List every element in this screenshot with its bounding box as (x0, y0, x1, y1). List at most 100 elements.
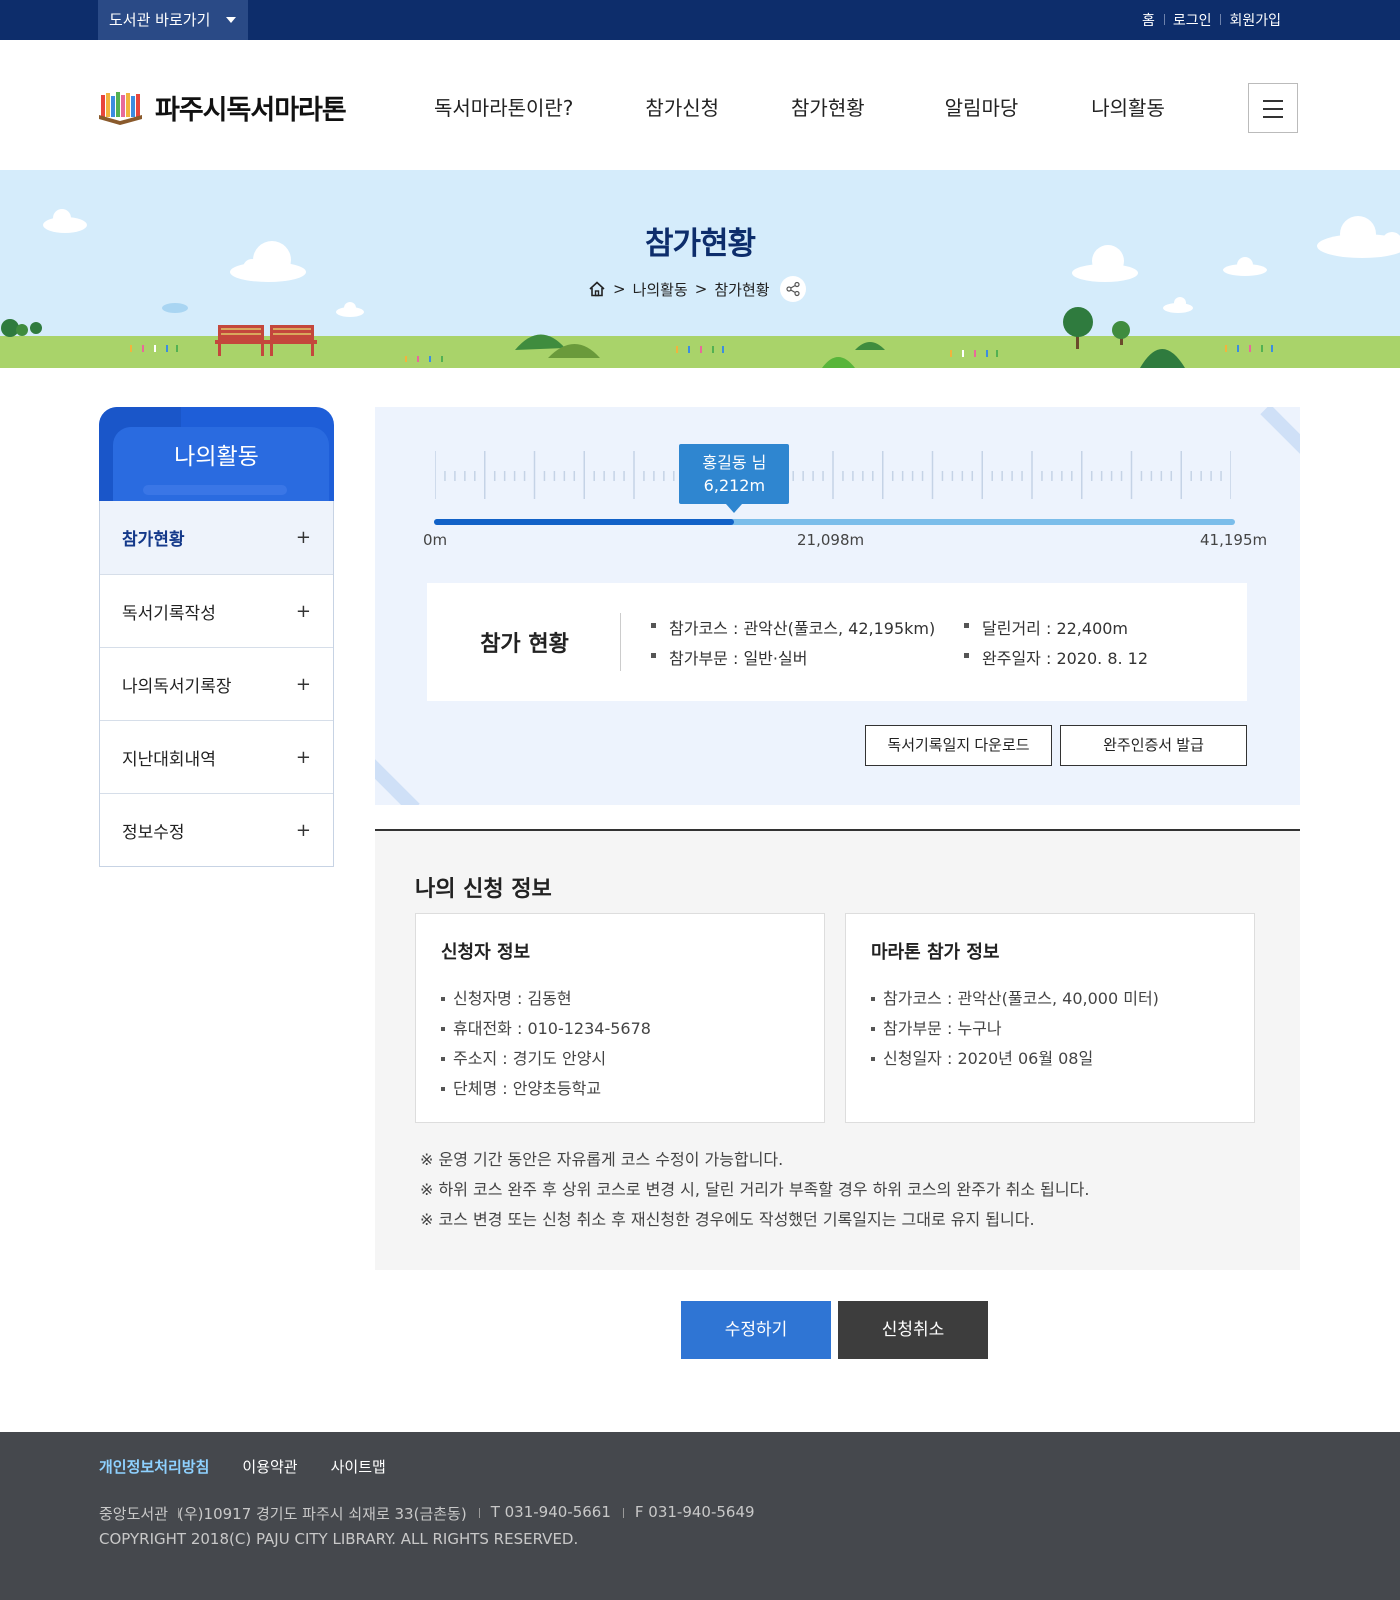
status-distance: 달린거리 : 22,400m (964, 615, 1128, 639)
sitemap-link[interactable]: 사이트맵 (331, 1456, 386, 1477)
breadcrumb-separator: > (613, 280, 626, 298)
side-menu-item-label: 참가현황 (122, 530, 185, 550)
marathon-division: 참가부문 : 누구나 (871, 1014, 1229, 1044)
side-menu-item-label: 독서기록작성 (122, 603, 216, 624)
top-utility-bar: 도서관 바로가기 홈 로그인 회원가입 (0, 0, 1400, 40)
status-card-title: 참가 현황 (480, 632, 569, 657)
edit-button[interactable]: 수정하기 (681, 1301, 831, 1359)
side-menu-item-record-book[interactable]: 나의독서기록장 + (100, 647, 333, 720)
main-nav: 독서마라톤이란? 참가신청 참가현황 알림마당 나의활동 (434, 92, 1165, 121)
applicant-name: 신청자명 : 김동현 (441, 984, 799, 1014)
logo-text: 파주시독서마라톤 (155, 95, 347, 126)
home-icon[interactable] (588, 280, 606, 298)
footer-copyright: COPYRIGHT 2018(C) PAJU CITY LIBRARY. ALL… (99, 1530, 579, 1548)
plus-icon: + (295, 600, 311, 622)
marathon-apply-date: 신청일자 : 2020년 06월 08일 (871, 1044, 1229, 1074)
nav-notice[interactable]: 알림마당 (945, 92, 1019, 121)
divider (620, 613, 621, 671)
status-division: 참가부문 : 일반·실버 (651, 645, 807, 669)
breadcrumb-separator: > (694, 280, 708, 298)
home-link[interactable]: 홈 (1133, 10, 1164, 30)
applicant-info-box: 신청자 정보 신청자명 : 김동현 휴대전화 : 010-1234-5678 주… (415, 913, 825, 1123)
nav-apply[interactable]: 참가신청 (645, 92, 719, 121)
signup-link[interactable]: 회원가입 (1220, 10, 1290, 30)
caret-down-icon (226, 17, 236, 23)
plus-icon: + (295, 527, 311, 548)
runner-distance: 6,212m (703, 476, 766, 495)
marathon-info-title: 마라톤 참가 정보 (871, 942, 1000, 963)
side-menu-title: 나의활동 (174, 444, 259, 470)
side-menu: 나의활동 참가현황 + 독서기록작성 + 나의독서기록장 + 지난대회내역 + … (99, 407, 334, 867)
notice-item: ※ 하위 코스 완주 후 상위 코스로 변경 시, 달린 거리가 부족할 경우 … (420, 1180, 1090, 1199)
distance-ruler (435, 451, 1231, 499)
decorative-stripe (375, 754, 420, 805)
applicant-address: 주소지 : 경기도 안양시 (441, 1044, 799, 1074)
applicant-group: 단체명 : 안양초등학교 (441, 1074, 799, 1104)
breadcrumb-item-current: 참가현황 (714, 280, 770, 299)
runner-position-tooltip: 홍길동 님 6,212m (679, 444, 790, 513)
issue-certificate-button[interactable]: 완주인증서 발급 (1060, 725, 1247, 766)
privacy-policy-link[interactable]: 개인정보처리방침 (99, 1456, 209, 1477)
side-menu-item-label: 지난대회내역 (122, 749, 216, 770)
footer-fax: F 031-940-5649 (622, 1503, 755, 1524)
library-shortcut-label: 도서관 바로가기 (109, 11, 211, 29)
site-header: 파주시독서마라톤 독서마라톤이란? 참가신청 참가현황 알림마당 나의활동 (0, 40, 1400, 170)
application-info-panel: 나의 신청 정보 신청자 정보 신청자명 : 김동현 휴대전화 : 010-12… (375, 829, 1300, 1270)
application-info-title: 나의 신청 정보 (415, 877, 552, 902)
landscape-illustration (0, 209, 1400, 368)
side-menu-list: 참가현황 + 독서기록작성 + 나의독서기록장 + 지난대회내역 + 정보수정 … (99, 501, 334, 867)
footer-library-name: 중앙도서관 (99, 1505, 169, 1523)
site-logo[interactable]: 파주시독서마라톤 (98, 88, 347, 127)
status-summary-card: 참가 현황 참가코스 : 관악산(풀코스, 42,195km) 참가부문 : 일… (427, 583, 1247, 701)
share-icon (785, 281, 800, 297)
notice-list: ※ 운영 기간 동안은 자유롭게 코스 수정이 가능합니다. ※ 하위 코스 완… (420, 1145, 1089, 1235)
marathon-info-box: 마라톤 참가 정보 참가코스 : 관악산(풀코스, 40,000 미터) 참가부… (845, 913, 1255, 1123)
applicant-info-title: 신청자 정보 (441, 942, 531, 963)
side-menu-item-past-contests[interactable]: 지난대회내역 + (100, 720, 333, 793)
tick-label-end: 41,195m (1200, 531, 1268, 549)
sub-banner: 참가현황 > 나의활동 > 참가현황 (0, 170, 1400, 368)
side-menu-item-write-record[interactable]: 독서기록작성 + (100, 574, 333, 647)
hamburger-icon (1263, 100, 1283, 102)
site-footer: 개인정보처리방침 이용약관 사이트맵 중앙도서관 (우)10917 경기도 파주… (0, 1432, 1400, 1600)
page-title: 참가현황 (644, 226, 756, 262)
side-menu-item-label: 나의독서기록장 (122, 676, 232, 697)
notice-item: ※ 코스 변경 또는 신청 취소 후 재신청한 경우에도 작성했던 기록일지는 … (420, 1210, 1035, 1229)
status-course: 참가코스 : 관악산(풀코스, 42,195km) (651, 615, 935, 639)
cancel-application-button[interactable]: 신청취소 (838, 1301, 988, 1359)
hamburger-menu-button[interactable] (1248, 83, 1298, 133)
footer-address: 중앙도서관 (우)10917 경기도 파주시 쇠재로 33(금촌동) T 031… (99, 1503, 755, 1524)
footer-postal-address: (우)10917 경기도 파주시 쇠재로 33(금촌동) (178, 1505, 467, 1523)
breadcrumb: > 나의활동 > 참가현황 (588, 276, 806, 302)
share-button[interactable] (779, 276, 806, 302)
breadcrumb-item-my-activity[interactable]: 나의활동 (633, 279, 688, 300)
marathon-course: 참가코스 : 관악산(풀코스, 40,000 미터) (871, 984, 1229, 1014)
download-record-button[interactable]: 독서기록일지 다운로드 (865, 725, 1052, 766)
applicant-phone: 휴대전화 : 010-1234-5678 (441, 1014, 799, 1044)
nav-status[interactable]: 참가현황 (791, 92, 865, 121)
side-menu-item-edit-info[interactable]: 정보수정 + (100, 793, 333, 866)
notice-item: ※ 운영 기간 동안은 자유롭게 코스 수정이 가능합니다. (420, 1150, 784, 1169)
progress-fill (434, 519, 735, 525)
nav-about[interactable]: 독서마라톤이란? (434, 92, 573, 121)
decorative-stripe (1260, 407, 1300, 464)
plus-icon: + (295, 673, 311, 695)
participation-status-panel: 홍길동 님 6,212m 0m 21,098m 41,195m 참가 현황 참가… (375, 407, 1300, 805)
login-link[interactable]: 로그인 (1163, 10, 1221, 30)
library-shortcut-dropdown[interactable]: 도서관 바로가기 (98, 0, 248, 40)
plus-icon: + (295, 819, 311, 841)
side-menu-item-label: 정보수정 (122, 822, 185, 843)
progress-track (434, 519, 1235, 525)
footer-links: 개인정보처리방침 이용약관 사이트맵 (99, 1456, 419, 1477)
footer-tel: T 031-940-5661 (478, 1503, 611, 1524)
nav-my-activity[interactable]: 나의활동 (1091, 92, 1165, 121)
runner-name: 홍길동 님 (702, 453, 767, 472)
side-menu-header: 나의활동 (99, 407, 334, 501)
terms-link[interactable]: 이용약관 (242, 1456, 297, 1477)
plus-icon: + (295, 746, 311, 768)
side-menu-item-status[interactable]: 참가현황 + (100, 501, 333, 574)
book-logo-icon (99, 91, 142, 125)
top-links: 홈 로그인 회원가입 (1133, 0, 1290, 40)
status-finish-date: 완주일자 : 2020. 8. 12 (964, 645, 1148, 669)
tick-label-half: 21,098m (797, 531, 865, 549)
